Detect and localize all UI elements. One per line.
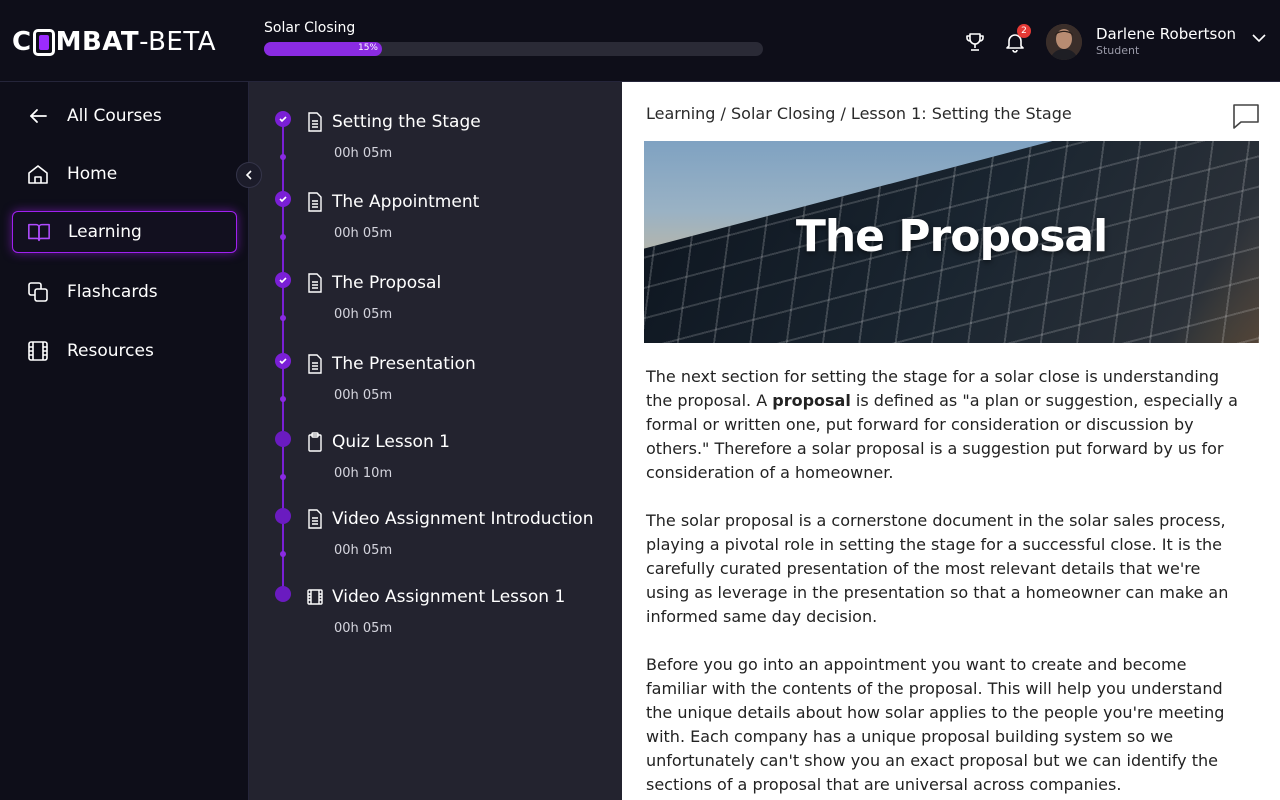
document-icon (306, 273, 324, 293)
logo-beta-text: -BETA (139, 27, 216, 57)
lesson-item[interactable]: The Proposal 00h 05m (249, 267, 622, 337)
chevron-down-icon[interactable] (1250, 29, 1268, 47)
sidebar-item-home[interactable]: Home (12, 153, 237, 195)
document-icon (306, 354, 324, 374)
incomplete-marker-icon (275, 586, 291, 602)
incomplete-marker-icon (275, 431, 291, 447)
completed-check-icon (275, 353, 291, 369)
timeline-dot (280, 154, 286, 160)
sidebar-item-label: Flashcards (67, 282, 158, 302)
hero-image: The Proposal (644, 141, 1259, 343)
sidebar: All Courses Home Learning Flashcards Res… (0, 82, 249, 800)
hero-title: The Proposal (795, 211, 1108, 262)
bold-term: proposal (772, 391, 851, 410)
home-icon (26, 162, 50, 186)
lesson-title: The Appointment (332, 192, 480, 212)
timeline-dot (280, 474, 286, 480)
completed-check-icon (275, 272, 291, 288)
book-open-icon (27, 220, 51, 244)
document-icon (306, 509, 324, 529)
lesson-item[interactable]: Video Assignment Lesson 1 00h 05m (249, 581, 622, 651)
lesson-item[interactable]: The Presentation 00h 05m (249, 348, 622, 418)
lesson-title: Quiz Lesson 1 (332, 432, 450, 452)
top-bar: C MBAT -BETA Solar Closing 15% 2 Darlene… (0, 0, 1280, 82)
clipboard-icon (306, 432, 324, 452)
sidebar-item-label: Resources (67, 341, 154, 361)
chat-icon[interactable] (1232, 102, 1260, 130)
logo-text: MBAT (55, 27, 140, 57)
paragraph: Before you go into an appointment you wa… (646, 655, 1225, 794)
logo[interactable]: C MBAT -BETA (12, 27, 216, 57)
lesson-item[interactable]: The Appointment 00h 05m (249, 186, 622, 256)
lesson-title: The Presentation (332, 354, 476, 374)
film-icon (26, 339, 50, 363)
lesson-duration: 00h 05m (334, 543, 393, 558)
document-icon (306, 112, 324, 132)
lesson-item[interactable]: Video Assignment Introduction 00h 05m (249, 503, 622, 573)
lesson-item[interactable]: Setting the Stage 00h 05m (249, 106, 622, 176)
lesson-duration: 00h 05m (334, 388, 393, 403)
notification-bell-icon[interactable]: 2 (1003, 24, 1031, 54)
lesson-duration: 00h 05m (334, 226, 393, 241)
incomplete-marker-icon (275, 508, 291, 524)
progress-bar: 15% (264, 42, 763, 56)
notification-badge: 2 (1017, 24, 1031, 38)
timeline-dot (280, 551, 286, 557)
avatar[interactable] (1046, 24, 1082, 60)
completed-check-icon (275, 191, 291, 207)
lesson-duration: 00h 05m (334, 621, 393, 636)
lesson-title: The Proposal (332, 273, 442, 293)
sidebar-item-learning[interactable]: Learning (12, 211, 237, 253)
sidebar-item-resources[interactable]: Resources (12, 330, 237, 372)
course-progress: Solar Closing 15% (264, 20, 764, 56)
user-name[interactable]: Darlene Robertson (1096, 25, 1236, 43)
lesson-content: Learning / Solar Closing / Lesson 1: Set… (622, 82, 1280, 800)
lesson-body: The next section for setting the stage f… (646, 365, 1246, 800)
progress-label: 15% (357, 43, 378, 53)
document-icon (306, 192, 324, 212)
lesson-duration: 00h 05m (334, 146, 393, 161)
timeline-dot (280, 234, 286, 240)
breadcrumb[interactable]: Learning / Solar Closing / Lesson 1: Set… (646, 104, 1072, 123)
sidebar-item-label: All Courses (67, 106, 162, 126)
paragraph: The next section for setting the stage f… (646, 365, 1246, 485)
film-icon (306, 587, 324, 607)
cards-icon (26, 280, 50, 304)
sidebar-item-label: Learning (68, 222, 142, 242)
lesson-list: Setting the Stage 00h 05m The Appointmen… (249, 82, 622, 800)
logo-mark (32, 28, 55, 56)
progress-bar-fill: 15% (264, 42, 382, 56)
trophy-icon[interactable] (963, 30, 987, 54)
completed-check-icon (275, 111, 291, 127)
lesson-duration: 00h 05m (334, 307, 393, 322)
paragraph: The solar proposal is a cornerstone docu… (646, 511, 1229, 626)
sidebar-item-all-courses[interactable]: All Courses (12, 95, 237, 137)
lesson-item[interactable]: Quiz Lesson 1 00h 10m (249, 426, 622, 496)
sidebar-item-flashcards[interactable]: Flashcards (12, 271, 237, 313)
course-name: Solar Closing (264, 20, 356, 36)
user-role: Student (1096, 44, 1140, 57)
sidebar-item-label: Home (67, 164, 118, 184)
lesson-duration: 00h 10m (334, 466, 393, 481)
timeline-dot (280, 315, 286, 321)
lesson-title: Setting the Stage (332, 112, 481, 132)
arrow-left-icon (26, 104, 50, 128)
collapse-sidebar-button[interactable] (236, 162, 262, 188)
logo-text-prefix: C (12, 27, 32, 57)
lesson-title: Video Assignment Introduction (332, 509, 594, 529)
lesson-title: Video Assignment Lesson 1 (332, 587, 566, 607)
timeline-dot (280, 396, 286, 402)
